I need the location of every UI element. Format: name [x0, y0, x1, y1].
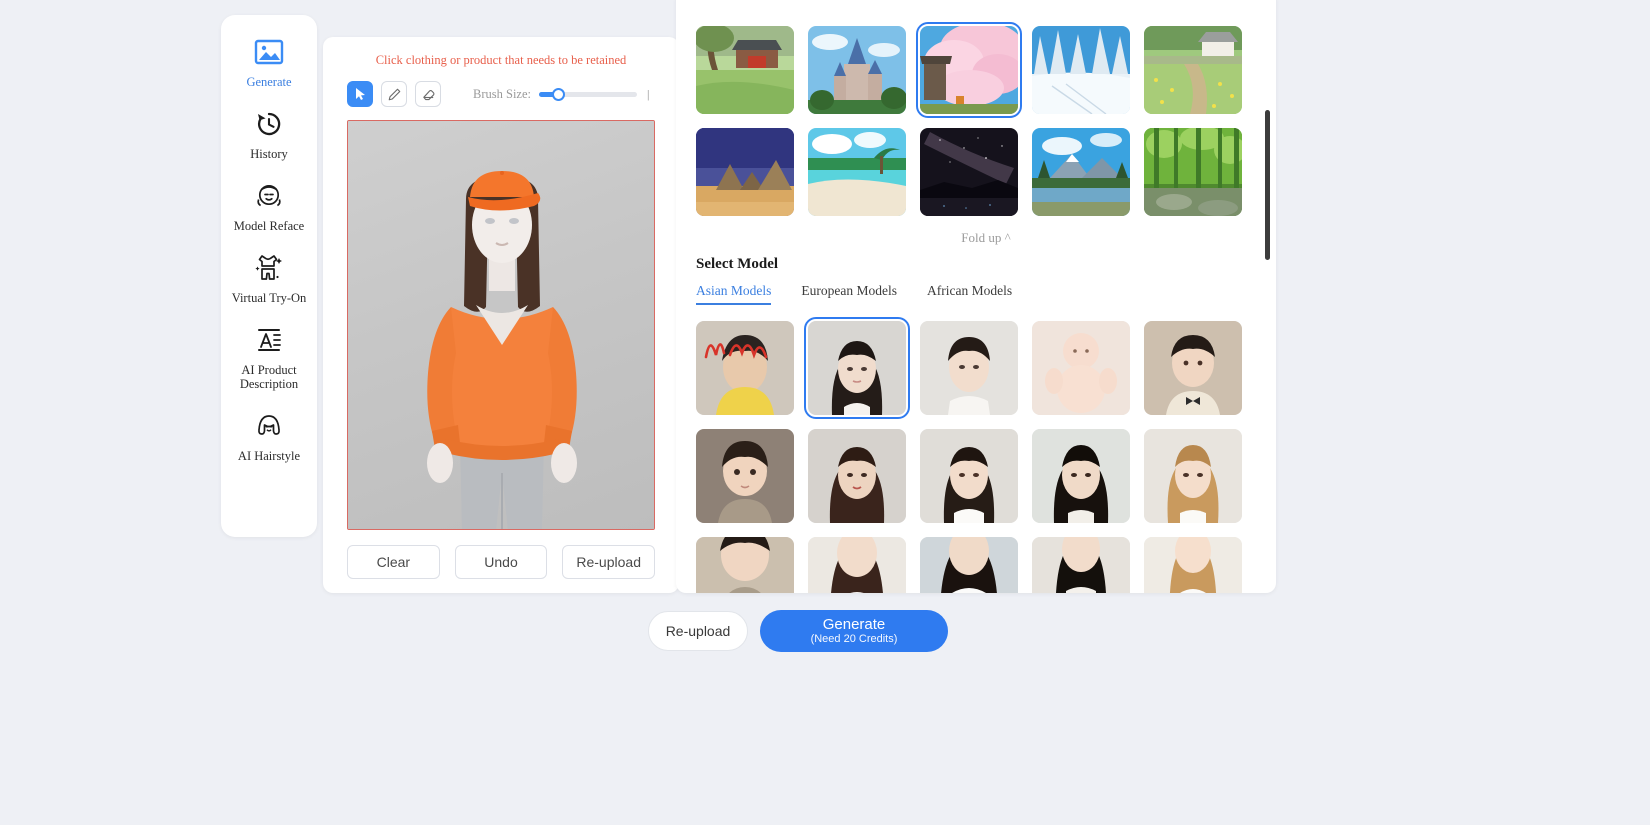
sidebar-item-ai-product-description[interactable]: AI Product Description — [221, 323, 317, 391]
face-swap-icon — [254, 179, 284, 213]
history-clock-icon — [254, 107, 284, 141]
sidebar-item-ai-hairstyle[interactable]: AI Hairstyle — [221, 409, 317, 463]
scene-temple[interactable] — [696, 26, 794, 114]
clear-button[interactable]: Clear — [347, 545, 440, 579]
chevron-up-icon: ^ — [1004, 230, 1011, 245]
model-blonde-woman[interactable] — [1144, 429, 1242, 523]
sidebar-item-label: AI Product Description — [239, 363, 299, 391]
generate-credits-label: (Need 20 Credits) — [810, 633, 898, 645]
scene-bamboo-forest[interactable] — [1144, 128, 1242, 216]
tab-european-models[interactable]: European Models — [801, 283, 897, 305]
cursor-tool-button[interactable] — [347, 81, 373, 107]
editor-toolbar: Brush Size: | — [347, 80, 655, 108]
sidebar-item-generate[interactable]: Generate — [221, 35, 317, 89]
model-partial-1[interactable] — [696, 537, 794, 593]
slider-thumb[interactable] — [551, 87, 565, 101]
model-young-woman[interactable] — [920, 429, 1018, 523]
model-partial-2[interactable] — [808, 537, 906, 593]
model-updo-woman[interactable] — [920, 321, 1018, 415]
image-editor-panel: Click clothing or product that needs to … — [323, 37, 679, 593]
model-partial-4[interactable] — [1032, 537, 1130, 593]
text-lines-icon — [253, 323, 285, 357]
brush-size-slider[interactable] — [538, 87, 637, 101]
model-partial-5[interactable] — [1144, 537, 1242, 593]
scene-milky-way[interactable] — [920, 128, 1018, 216]
model-long-hair-woman[interactable] — [804, 317, 910, 419]
scene-pyramids[interactable] — [696, 128, 794, 216]
model-dark-hair-woman[interactable] — [1032, 429, 1130, 523]
model-yellow-hoodie-man[interactable] — [696, 321, 794, 415]
hairstyle-icon — [253, 409, 285, 443]
scene-row — [696, 22, 1276, 118]
brush-tool-button[interactable] — [381, 81, 407, 107]
generate-label: Generate — [822, 616, 886, 633]
left-sidebar: Generate History Model Reface Virtual Tr… — [221, 15, 317, 537]
clothing-sparkle-icon — [252, 251, 286, 285]
mannequin-image — [427, 171, 577, 529]
sidebar-item-virtual-try-on[interactable]: Virtual Try-On — [221, 251, 317, 305]
editor-hint-text: Click clothing or product that needs to … — [375, 53, 627, 67]
model-wavy-hair-woman[interactable] — [808, 429, 906, 523]
panel-scrollbar[interactable] — [1265, 110, 1270, 260]
model-toddler[interactable] — [696, 429, 794, 523]
image-canvas[interactable] — [347, 120, 655, 530]
image-icon — [254, 35, 284, 69]
sidebar-item-label: Virtual Try-On — [231, 291, 307, 305]
model-row — [696, 317, 1276, 419]
eraser-tool-button[interactable] — [415, 81, 441, 107]
model-row — [696, 537, 1276, 593]
select-model-title: Select Model — [696, 256, 779, 272]
model-category-tabs: Asian Models European Models African Mod… — [696, 283, 1276, 305]
model-partial-3[interactable] — [920, 537, 1018, 593]
sidebar-item-history[interactable]: History — [221, 107, 317, 161]
model-row — [696, 429, 1276, 523]
sidebar-item-label: AI Hairstyle — [237, 449, 301, 463]
cursor-arrow-icon — [355, 88, 365, 100]
sidebar-item-label: Generate — [246, 75, 292, 89]
scene-tropical-beach[interactable] — [808, 128, 906, 216]
fold-up-button[interactable]: Fold up ^ — [696, 230, 1276, 246]
sidebar-item-model-reface[interactable]: Model Reface — [221, 179, 317, 233]
sidebar-item-label: Model Reface — [233, 219, 305, 233]
brush-size-tick: | — [646, 86, 650, 101]
fold-up-label: Fold up — [961, 230, 1002, 245]
sidebar-item-label: History — [250, 147, 288, 161]
scene-mountain-lake[interactable] — [1032, 128, 1130, 216]
scene-meadow-cottage[interactable] — [1144, 26, 1242, 114]
scene-castle[interactable] — [808, 26, 906, 114]
panel-scroll-content: Fold up ^ Select Model Asian Models Euro… — [696, 0, 1276, 593]
pencil-icon — [388, 88, 400, 100]
selection-panel: Fold up ^ Select Model Asian Models Euro… — [676, 0, 1276, 593]
tab-african-models[interactable]: African Models — [927, 283, 1012, 305]
scene-row — [696, 128, 1276, 216]
undo-button[interactable]: Undo — [454, 545, 548, 579]
scene-snow-forest[interactable] — [1032, 26, 1130, 114]
model-baby[interactable] — [1032, 321, 1130, 415]
eraser-icon — [422, 89, 434, 100]
generate-button[interactable]: Generate (Need 20 Credits) — [760, 610, 948, 652]
model-boy-bowtie[interactable] — [1144, 321, 1242, 415]
bottom-reupload-button[interactable]: Re-upload — [648, 611, 748, 651]
bottom-action-bar: Re-upload Generate (Need 20 Credits) — [648, 610, 948, 652]
editor-action-buttons: Clear Undo Re-upload — [347, 545, 656, 579]
scene-cherry-blossom[interactable] — [916, 22, 1022, 118]
reupload-button[interactable]: Re-upload — [562, 545, 656, 579]
tab-asian-models[interactable]: Asian Models — [696, 283, 772, 305]
brush-size-label: Brush Size: — [473, 86, 531, 101]
